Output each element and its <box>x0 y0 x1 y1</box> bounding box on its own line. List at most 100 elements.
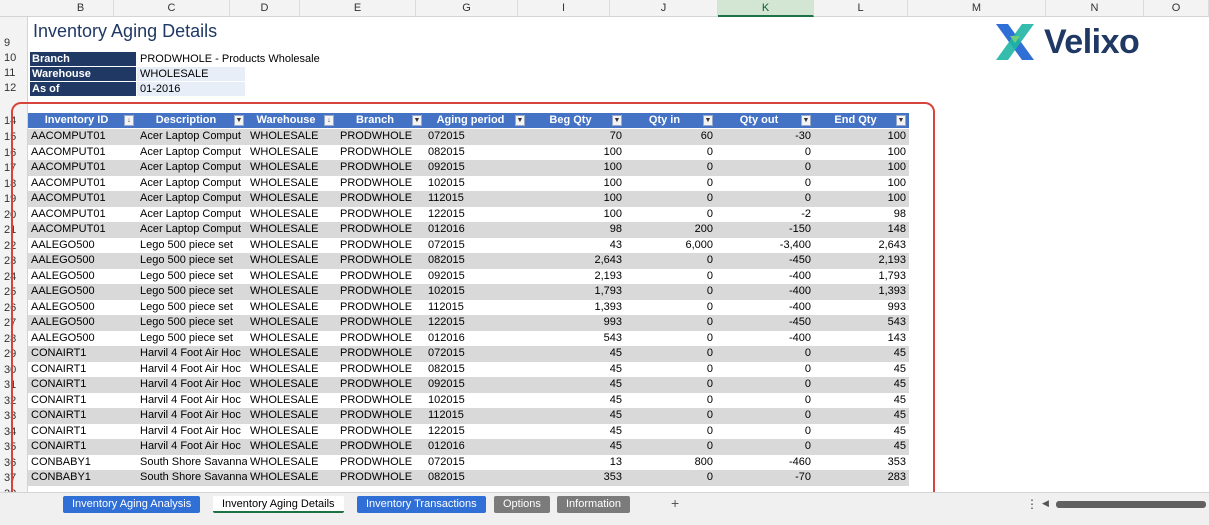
row-header[interactable]: 36 <box>0 457 27 469</box>
scrollbar-thumb[interactable] <box>1056 501 1206 508</box>
filter-dropdown-icon[interactable]: ▼ <box>703 115 713 126</box>
table-cell[interactable]: 0 <box>625 408 716 424</box>
table-cell[interactable]: WHOLESALE <box>247 253 337 269</box>
table-cell[interactable]: 0 <box>716 424 814 440</box>
table-cell[interactable]: WHOLESALE <box>247 362 337 378</box>
table-cell[interactable]: 122015 <box>425 315 528 331</box>
table-cell[interactable]: 543 <box>814 315 909 331</box>
table-cell[interactable]: CONBABY1 <box>28 470 137 486</box>
table-cell[interactable]: 0 <box>716 145 814 161</box>
table-cell[interactable]: WHOLESALE <box>247 176 337 192</box>
tab-inventory-aging-analysis[interactable]: Inventory Aging Analysis <box>63 496 201 513</box>
table-cell[interactable]: 45 <box>528 408 625 424</box>
row-header[interactable]: 31 <box>0 379 27 391</box>
table-cell[interactable]: 0 <box>625 362 716 378</box>
table-cell[interactable]: -400 <box>716 269 814 285</box>
table-cell[interactable]: PRODWHOLE <box>337 129 425 145</box>
table-cell[interactable]: WHOLESALE <box>247 269 337 285</box>
table-cell[interactable]: 100 <box>528 191 625 207</box>
branch-label[interactable]: Branch <box>30 52 136 66</box>
table-cell[interactable]: PRODWHOLE <box>337 222 425 238</box>
filter-dropdown-icon[interactable]: ↓ <box>124 115 134 126</box>
warehouse-label[interactable]: Warehouse <box>30 67 136 81</box>
table-cell[interactable]: WHOLESALE <box>247 408 337 424</box>
table-cell[interactable]: 993 <box>814 300 909 316</box>
table-cell[interactable]: Lego 500 piece set <box>137 284 247 300</box>
column-header-c[interactable]: C <box>114 0 230 17</box>
table-cell[interactable]: 43 <box>528 238 625 254</box>
table-cell[interactable]: 6,000 <box>625 238 716 254</box>
table-cell[interactable]: WHOLESALE <box>247 160 337 176</box>
row-header[interactable]: 19 <box>0 193 27 205</box>
table-cell[interactable]: AALEGO500 <box>28 269 137 285</box>
table-cell[interactable]: 092015 <box>425 269 528 285</box>
table-cell[interactable]: 2,193 <box>814 253 909 269</box>
table-cell[interactable]: 092015 <box>425 160 528 176</box>
column-header-cell[interactable]: Beg Qty <box>528 113 625 128</box>
table-cell[interactable]: 13 <box>528 455 625 471</box>
table-cell[interactable]: -450 <box>716 253 814 269</box>
table-cell[interactable]: WHOLESALE <box>247 300 337 316</box>
table-cell[interactable]: 082015 <box>425 253 528 269</box>
table-cell[interactable]: Harvil 4 Foot Air Hoc <box>137 362 247 378</box>
table-cell[interactable]: Acer Laptop Comput <box>137 160 247 176</box>
table-cell[interactable]: CONAIRT1 <box>28 439 137 455</box>
table-cell[interactable]: Harvil 4 Foot Air Hoc <box>137 346 247 362</box>
table-cell[interactable]: Lego 500 piece set <box>137 300 247 316</box>
column-header-k[interactable]: K <box>718 0 814 17</box>
table-cell[interactable]: WHOLESALE <box>247 424 337 440</box>
table-cell[interactable]: 0 <box>625 439 716 455</box>
row-header[interactable]: 34 <box>0 426 27 438</box>
table-cell[interactable]: 0 <box>625 191 716 207</box>
column-header-cell[interactable]: Description <box>137 113 247 128</box>
as-of-value[interactable]: 01-2016 <box>137 82 245 96</box>
table-cell[interactable]: Acer Laptop Comput <box>137 176 247 192</box>
table-cell[interactable]: CONAIRT1 <box>28 346 137 362</box>
table-cell[interactable]: South Shore Savanna <box>137 455 247 471</box>
table-cell[interactable]: 800 <box>625 455 716 471</box>
tab-options[interactable]: Options <box>494 496 550 513</box>
table-cell[interactable]: 0 <box>716 439 814 455</box>
column-header-cell[interactable]: End Qty <box>814 113 909 128</box>
row-header[interactable]: 21 <box>0 224 27 236</box>
table-cell[interactable]: 0 <box>625 470 716 486</box>
table-cell[interactable]: 100 <box>528 145 625 161</box>
table-cell[interactable]: CONBABY1 <box>28 455 137 471</box>
table-cell[interactable]: PRODWHOLE <box>337 315 425 331</box>
table-cell[interactable]: WHOLESALE <box>247 393 337 409</box>
table-cell[interactable]: PRODWHOLE <box>337 408 425 424</box>
add-sheet-button[interactable]: + <box>671 495 679 511</box>
row-header[interactable]: 22 <box>0 240 27 252</box>
column-header-l[interactable]: L <box>814 0 908 17</box>
table-cell[interactable]: CONAIRT1 <box>28 377 137 393</box>
table-cell[interactable]: 1,393 <box>528 300 625 316</box>
table-cell[interactable]: 1,393 <box>814 284 909 300</box>
table-cell[interactable]: 100 <box>814 145 909 161</box>
table-cell[interactable]: 993 <box>528 315 625 331</box>
table-cell[interactable]: 45 <box>528 393 625 409</box>
table-cell[interactable]: Harvil 4 Foot Air Hoc <box>137 439 247 455</box>
table-cell[interactable]: 100 <box>528 176 625 192</box>
table-cell[interactable]: 45 <box>528 439 625 455</box>
table-cell[interactable]: 45 <box>814 408 909 424</box>
table-cell[interactable]: 2,193 <box>528 269 625 285</box>
column-header-cell[interactable]: Aging period <box>425 113 528 128</box>
table-cell[interactable]: WHOLESALE <box>247 331 337 347</box>
table-cell[interactable]: Harvil 4 Foot Air Hoc <box>137 408 247 424</box>
row-header[interactable]: 35 <box>0 441 27 453</box>
row-header[interactable]: 11 <box>0 67 27 79</box>
table-cell[interactable]: PRODWHOLE <box>337 470 425 486</box>
table-cell[interactable]: PRODWHOLE <box>337 377 425 393</box>
table-cell[interactable]: -400 <box>716 284 814 300</box>
table-cell[interactable]: PRODWHOLE <box>337 253 425 269</box>
table-cell[interactable]: 0 <box>625 176 716 192</box>
table-cell[interactable]: WHOLESALE <box>247 238 337 254</box>
table-cell[interactable]: CONAIRT1 <box>28 393 137 409</box>
table-cell[interactable]: 100 <box>528 160 625 176</box>
row-header[interactable]: 16 <box>0 147 27 159</box>
table-cell[interactable]: -460 <box>716 455 814 471</box>
table-cell[interactable]: PRODWHOLE <box>337 191 425 207</box>
table-cell[interactable]: 98 <box>814 207 909 223</box>
table-cell[interactable]: 70 <box>528 129 625 145</box>
table-cell[interactable]: PRODWHOLE <box>337 207 425 223</box>
